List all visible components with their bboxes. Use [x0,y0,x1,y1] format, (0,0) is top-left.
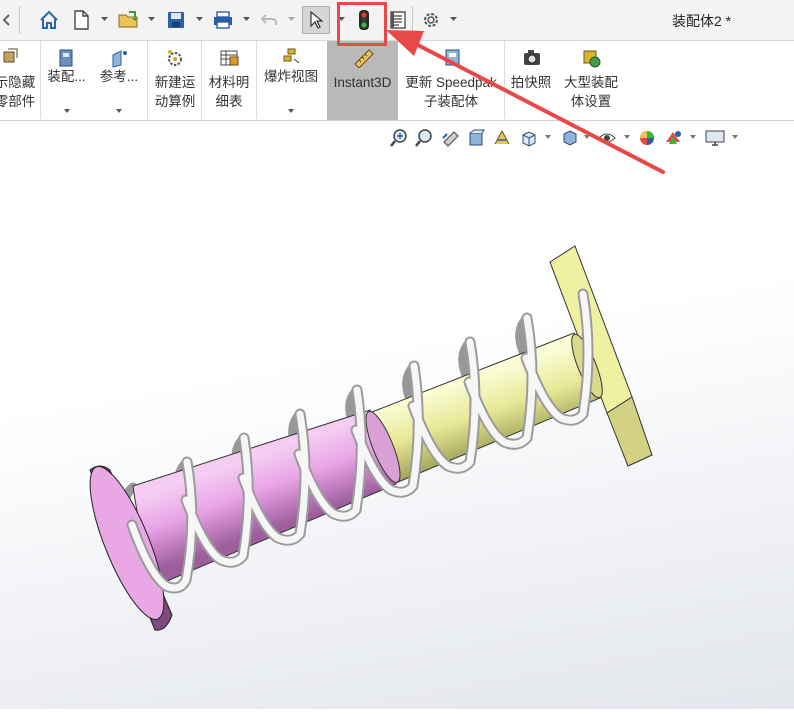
reference-geometry-icon [112,50,127,68]
view-settings-icon[interactable] [704,127,726,149]
ribbon-label: 体设置 [570,94,612,109]
hide-show-items-icon[interactable] [597,127,617,149]
command-manager: 示隐藏 零部件 装配... 参考... 新建运 动算例 材料明 细表 爆炸视图 … [0,41,794,121]
options-dropdown-icon[interactable] [450,15,457,22]
show-hide-components-icon [3,48,18,63]
ribbon-label: 材料明 [208,75,250,90]
dropdown-arrow-icon[interactable] [116,109,122,113]
ribbon-bill-of-materials[interactable]: 材料明 细表 [204,41,254,120]
ribbon-label: 更新 Speedpak [405,75,497,90]
ribbon-label: 新建运 [154,75,196,90]
assembly-icon [59,49,73,67]
undo-icon[interactable] [258,6,280,34]
edit-appearance-icon[interactable] [637,127,659,149]
ribbon-label: 零部件 [0,94,36,109]
view-settings-dropdown-icon[interactable] [732,135,738,139]
print-dropdown-icon[interactable] [243,15,250,22]
save-dropdown-icon[interactable] [196,15,203,22]
undo-dropdown-icon[interactable] [288,15,295,22]
ribbon-label: 大型装配 [564,75,618,90]
ribbon-label: 爆炸视图 [264,69,318,84]
toolbar-separator [19,6,20,34]
ribbon-label: 参考... [99,69,139,84]
yellow-cylinder[interactable] [371,332,601,483]
ribbon-large-assembly-settings[interactable]: 大型装配 体设置 [558,41,624,120]
heads-up-view-toolbar [0,121,794,155]
ribbon-label: 示隐藏 [0,75,36,90]
ribbon-update-speedpak[interactable]: 更新 Speedpak 子装配体 [401,41,501,120]
apply-scene-dropdown-icon[interactable] [690,135,696,139]
large-assembly-icon [583,50,601,68]
display-style-icon[interactable] [560,127,580,149]
select-icon[interactable] [302,6,330,34]
print-icon[interactable] [210,6,236,34]
left-arrow-icon[interactable] [0,6,12,34]
bom-icon [220,50,239,66]
motion-study-icon [168,50,182,66]
ribbon-separator [256,41,257,119]
view-orientation-dropdown-icon[interactable] [545,135,551,139]
ribbon-label: 拍快照 [510,75,552,90]
exploded-view-icon [283,48,300,64]
view-orientation-icon[interactable] [519,127,539,149]
open-icon[interactable] [116,6,142,34]
save-icon[interactable] [164,6,188,34]
dynamic-annotation-icon[interactable] [492,127,512,149]
ribbon-separator [201,41,202,119]
quick-access-toolbar: 装配体2 * [0,0,794,41]
graphics-area[interactable] [0,121,794,709]
ribbon-new-motion-study[interactable]: 新建运 动算例 [150,41,200,120]
document-title: 装配体2 * [672,13,732,29]
new-document-icon[interactable] [70,6,92,34]
ribbon-take-snapshot[interactable]: 拍快照 [507,41,555,120]
file-properties-icon[interactable] [387,6,409,34]
ribbon-label: 细表 [215,94,243,109]
options-gear-icon[interactable] [419,6,443,34]
ribbon-label: 子装配体 [424,94,478,109]
ribbon-show-hide-components[interactable]: 示隐藏 零部件 [0,41,38,120]
apply-scene-icon[interactable] [663,127,685,149]
assembly-model[interactable] [0,121,794,709]
ribbon-assembly[interactable]: 装配... [43,41,90,120]
previous-view-icon[interactable] [441,127,461,149]
ribbon-exploded-view[interactable]: 爆炸视图 [259,41,323,120]
instant3d-icon [354,49,374,68]
ribbon-separator [40,41,41,119]
home-icon[interactable] [36,6,62,34]
zoom-to-fit-icon[interactable] [389,127,409,149]
dropdown-arrow-icon[interactable] [64,109,70,113]
open-dropdown-icon[interactable] [148,15,155,22]
ribbon-separator [504,41,505,119]
display-style-dropdown-icon[interactable] [584,135,590,139]
section-view-icon[interactable] [466,127,486,149]
toolbar-separator [412,6,413,34]
speedpak-icon [445,49,460,66]
ribbon-reference[interactable]: 参考... [94,41,144,120]
dropdown-arrow-icon[interactable] [288,109,294,113]
ribbon-label: 动算例 [154,94,196,109]
ribbon-label: 装配... [47,69,86,84]
annotation-highlight-box [337,2,387,46]
ribbon-separator [147,41,148,119]
ribbon-instant3d[interactable]: Instant3D [327,41,398,120]
camera-icon [524,50,540,65]
zoom-to-area-icon[interactable] [414,127,434,149]
new-dropdown-icon[interactable] [101,15,108,22]
hide-show-dropdown-icon[interactable] [624,135,630,139]
ribbon-label: Instant3D [333,75,392,90]
